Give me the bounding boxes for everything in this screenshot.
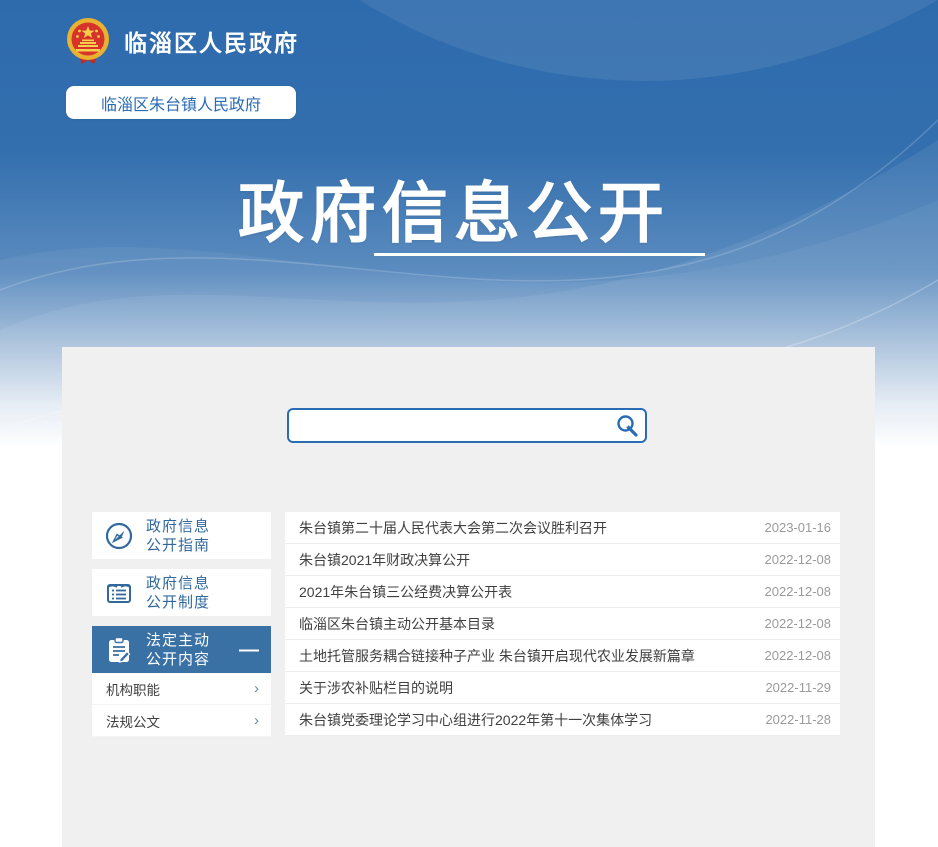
article-row[interactable]: 关于涉农补贴栏目的说明 2022-11-29: [285, 672, 840, 704]
page-title: 政府信息公开: [0, 160, 938, 256]
article-title: 土地托管服务耦合链接种子产业 朱台镇开启现代农业发展新篇章: [299, 646, 765, 666]
chevron-right-icon: ›: [254, 680, 259, 697]
article-date: 2022-12-08: [765, 584, 832, 599]
article-date: 2022-12-08: [765, 616, 832, 631]
sidebar-submenu: 机构职能 › 法规公文 ›: [92, 673, 271, 737]
national-emblem-icon: [64, 16, 112, 66]
search-icon: [614, 413, 640, 439]
chevron-right-icon: ›: [254, 712, 259, 729]
sidebar-item-public-info-guide[interactable]: 政府信息 公开指南: [92, 512, 271, 559]
submenu-item-label: 机构职能: [106, 679, 160, 699]
article-row[interactable]: 2021年朱台镇三公经费决算公开表 2022-12-08: [285, 576, 840, 608]
search-box: [287, 408, 647, 443]
sidebar-item-label: 公开制度: [146, 593, 210, 612]
sidebar-item-label: 公开指南: [146, 536, 210, 555]
search-button[interactable]: [609, 410, 645, 441]
article-date: 2022-12-08: [765, 648, 832, 663]
collapse-indicator[interactable]: —: [239, 645, 261, 655]
content-panel: 政府信息 公开指南 政府信息 公开制度: [62, 347, 875, 847]
sidebar-item-label: 法定主动: [146, 631, 210, 650]
article-date: 2022-12-08: [765, 552, 832, 567]
article-title: 朱台镇党委理论学习中心组进行2022年第十一次集体学习: [299, 710, 765, 730]
search-input[interactable]: [289, 410, 609, 441]
sidebar-item-statutory-disclosure[interactable]: 法定主动 公开内容 —: [92, 626, 271, 673]
document-icon: [104, 578, 134, 608]
site-logo-row: 临淄区人民政府: [64, 16, 299, 66]
submenu-item-agency-functions[interactable]: 机构职能 ›: [92, 673, 271, 705]
sidebar-item-label: 政府信息: [146, 517, 210, 536]
sidebar-item-label: 公开内容: [146, 650, 210, 669]
article-date: 2022-11-29: [765, 680, 831, 695]
article-row[interactable]: 土地托管服务耦合链接种子产业 朱台镇开启现代农业发展新篇章 2022-12-08: [285, 640, 840, 672]
article-row[interactable]: 朱台镇党委理论学习中心组进行2022年第十一次集体学习 2022-11-28: [285, 704, 840, 736]
sidebar-item-public-info-system[interactable]: 政府信息 公开制度: [92, 569, 271, 616]
article-date: 2022-11-28: [765, 712, 831, 727]
article-row[interactable]: 朱台镇2021年财政决算公开 2022-12-08: [285, 544, 840, 576]
article-title: 2021年朱台镇三公经费决算公开表: [299, 582, 765, 602]
sidebar-nav: 政府信息 公开指南 政府信息 公开制度: [92, 512, 271, 737]
article-title: 临淄区朱台镇主动公开基本目录: [299, 614, 765, 634]
town-government-button[interactable]: 临淄区朱台镇人民政府: [66, 86, 296, 119]
submenu-item-label: 法规公文: [106, 711, 160, 731]
article-list: 朱台镇第二十届人民代表大会第二次会议胜利召开 2023-01-16 朱台镇202…: [285, 512, 840, 736]
article-row[interactable]: 朱台镇第二十届人民代表大会第二次会议胜利召开 2023-01-16: [285, 512, 840, 544]
article-title: 关于涉农补贴栏目的说明: [299, 678, 765, 698]
site-name: 临淄区人民政府: [124, 24, 299, 58]
sidebar-item-label: 政府信息: [146, 574, 210, 593]
title-underline: [374, 253, 705, 256]
article-title: 朱台镇第二十届人民代表大会第二次会议胜利召开: [299, 518, 765, 538]
compass-icon: [104, 521, 134, 551]
clipboard-pencil-icon: [104, 635, 134, 665]
article-date: 2023-01-16: [765, 520, 832, 535]
submenu-item-regulations-documents[interactable]: 法规公文 ›: [92, 705, 271, 737]
article-row[interactable]: 临淄区朱台镇主动公开基本目录 2022-12-08: [285, 608, 840, 640]
article-title: 朱台镇2021年财政决算公开: [299, 550, 765, 570]
